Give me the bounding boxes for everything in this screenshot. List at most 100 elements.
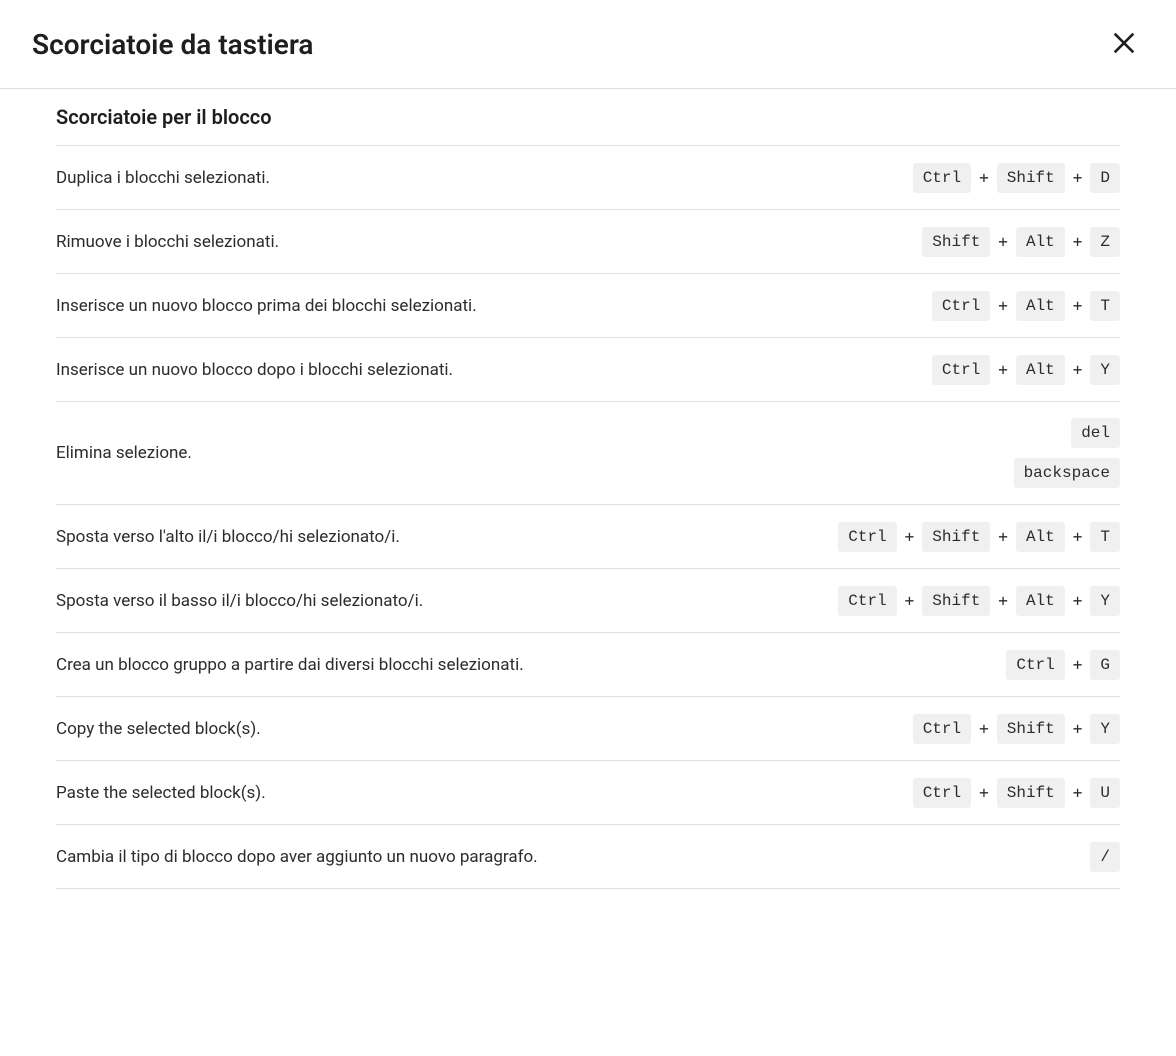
shortcut-row: Paste the selected block(s).Ctrl + Shift + U — [56, 761, 1120, 825]
shortcut-row: Sposta verso il basso il/i blocco/hi sel… — [56, 569, 1120, 633]
key-combo: Ctrl + G — [1006, 650, 1120, 680]
key-separator: + — [1073, 783, 1083, 802]
key-combo: Ctrl + Alt + Y — [932, 355, 1120, 385]
shortcut-row: Cambia il tipo di blocco dopo aver aggiu… — [56, 825, 1120, 889]
key-separator: + — [905, 591, 915, 610]
key-separator: + — [1073, 360, 1083, 379]
keyboard-shortcuts-modal: Scorciatoie da tastiera Scorciatoie per … — [0, 0, 1176, 1056]
key-separator: + — [998, 296, 1008, 315]
keyboard-key: Shift — [922, 522, 990, 552]
key-combo: backspace — [1014, 458, 1120, 488]
keyboard-key: Shift — [922, 227, 990, 257]
keyboard-key: Y — [1090, 586, 1120, 616]
shortcut-keys: Shift + Alt + Z — [922, 227, 1120, 257]
shortcut-row: Crea un blocco gruppo a partire dai dive… — [56, 633, 1120, 697]
key-separator: + — [998, 527, 1008, 546]
keyboard-key: T — [1090, 291, 1120, 321]
shortcut-description: Duplica i blocchi selezionati. — [56, 168, 913, 188]
key-combo: Ctrl + Shift + Alt + T — [838, 522, 1120, 552]
keyboard-key: Ctrl — [1006, 650, 1064, 680]
shortcut-description: Elimina selezione. — [56, 443, 1014, 463]
keyboard-key: Alt — [1016, 227, 1065, 257]
key-separator: + — [905, 527, 915, 546]
keyboard-key: Y — [1090, 355, 1120, 385]
key-separator: + — [1073, 168, 1083, 187]
key-separator: + — [1073, 591, 1083, 610]
shortcut-keys: del backspace — [1014, 418, 1120, 488]
shortcut-keys: Ctrl + Shift + U — [913, 778, 1120, 808]
modal-body: Scorciatoie per il blocco Duplica i bloc… — [0, 89, 1176, 889]
keyboard-key: Alt — [1016, 355, 1065, 385]
modal-title: Scorciatoie da tastiera — [32, 28, 313, 61]
keyboard-key: / — [1090, 842, 1120, 872]
key-separator: + — [1073, 655, 1083, 674]
keyboard-key: Alt — [1016, 586, 1065, 616]
shortcut-keys: / — [1090, 842, 1120, 872]
keyboard-key: Ctrl — [932, 291, 990, 321]
key-separator: + — [1073, 719, 1083, 738]
key-separator: + — [998, 591, 1008, 610]
shortcut-description: Rimuove i blocchi selezionati. — [56, 232, 922, 252]
keyboard-key: backspace — [1014, 458, 1120, 488]
keyboard-key: Ctrl — [932, 355, 990, 385]
keyboard-key: Y — [1090, 714, 1120, 744]
keyboard-key: Shift — [922, 586, 990, 616]
key-combo: Ctrl + Shift + D — [913, 163, 1120, 193]
keyboard-key: Alt — [1016, 522, 1065, 552]
key-separator: + — [998, 360, 1008, 379]
shortcut-row: Elimina selezione. del backspace — [56, 402, 1120, 505]
shortcut-description: Copy the selected block(s). — [56, 719, 913, 739]
key-separator: + — [1073, 527, 1083, 546]
shortcut-description: Inserisce un nuovo blocco dopo i blocchi… — [56, 360, 932, 380]
keyboard-key: Ctrl — [838, 522, 896, 552]
keyboard-key: Ctrl — [913, 778, 971, 808]
shortcut-description: Crea un blocco gruppo a partire dai dive… — [56, 655, 1006, 675]
key-separator: + — [1073, 232, 1083, 251]
shortcut-keys: Ctrl + Alt + Y — [932, 355, 1120, 385]
keyboard-key: T — [1090, 522, 1120, 552]
shortcut-description: Sposta verso il basso il/i blocco/hi sel… — [56, 591, 838, 611]
keyboard-key: Alt — [1016, 291, 1065, 321]
keyboard-key: Ctrl — [838, 586, 896, 616]
key-combo: Ctrl + Shift + U — [913, 778, 1120, 808]
shortcut-keys: Ctrl + Shift + Alt + Y — [838, 586, 1120, 616]
shortcut-keys: Ctrl+Shift+Y — [913, 714, 1120, 744]
shortcut-description: Paste the selected block(s). — [56, 783, 913, 803]
shortcut-list: Duplica i blocchi selezionati.Ctrl+Shift… — [56, 146, 1120, 889]
shortcut-row: Inserisce un nuovo blocco prima dei bloc… — [56, 274, 1120, 338]
keyboard-key: Z — [1090, 227, 1120, 257]
keyboard-key: U — [1090, 778, 1120, 808]
key-combo: / — [1090, 842, 1120, 872]
shortcut-keys: Ctrl + Alt + T — [932, 291, 1120, 321]
key-separator: + — [979, 783, 989, 802]
shortcut-description: Inserisce un nuovo blocco prima dei bloc… — [56, 296, 932, 316]
keyboard-key: Ctrl — [913, 714, 971, 744]
key-separator: + — [979, 719, 989, 738]
keyboard-key: Shift — [997, 163, 1065, 193]
shortcut-row: Sposta verso l'alto il/i blocco/hi selez… — [56, 505, 1120, 569]
key-separator: + — [998, 232, 1008, 251]
keyboard-key: Ctrl — [913, 163, 971, 193]
key-combo: del — [1071, 418, 1120, 448]
shortcut-description: Sposta verso l'alto il/i blocco/hi selez… — [56, 527, 838, 547]
shortcut-keys: Ctrl + G — [1006, 650, 1120, 680]
keyboard-key: del — [1071, 418, 1120, 448]
shortcut-keys: Ctrl + Shift + Alt + T — [838, 522, 1120, 552]
close-icon — [1110, 29, 1138, 60]
keyboard-key: G — [1090, 650, 1120, 680]
modal-header: Scorciatoie da tastiera — [0, 0, 1176, 89]
key-combo: Ctrl + Shift + Alt + Y — [838, 586, 1120, 616]
key-combo: Ctrl+Shift+Y — [913, 714, 1120, 744]
key-separator: + — [979, 168, 989, 187]
shortcut-keys: Ctrl + Shift + D — [913, 163, 1120, 193]
shortcut-row: Duplica i blocchi selezionati.Ctrl + Shift… — [56, 146, 1120, 210]
key-separator: + — [1073, 296, 1083, 315]
section-title: Scorciatoie per il blocco — [56, 89, 1120, 146]
shortcut-description: Cambia il tipo di blocco dopo aver aggiu… — [56, 847, 1090, 867]
keyboard-key: Shift — [997, 778, 1065, 808]
keyboard-key: D — [1090, 163, 1120, 193]
close-button[interactable] — [1104, 24, 1144, 64]
shortcut-row: Inserisce un nuovo blocco dopo i blocchi… — [56, 338, 1120, 402]
key-combo: Shift + Alt + Z — [922, 227, 1120, 257]
shortcut-row: Rimuove i blocchi selezionati.Shift + Alt +… — [56, 210, 1120, 274]
